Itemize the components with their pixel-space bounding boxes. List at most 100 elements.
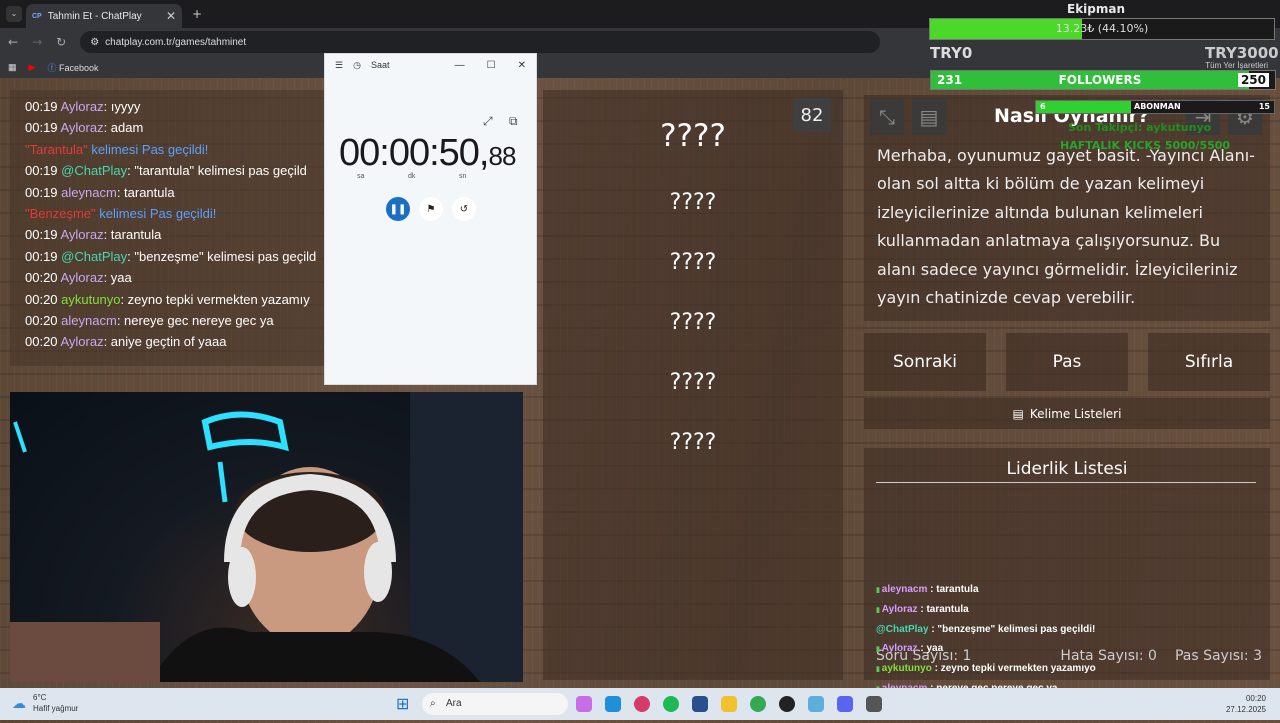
chat-message: "Benzeşme" kelimesi Pas geçildi! xyxy=(25,203,330,224)
spotify-icon[interactable] xyxy=(663,696,679,712)
overlay-chat-message: ▮ aleynacm : tarantula xyxy=(876,584,1196,604)
app-icon[interactable] xyxy=(808,696,824,712)
edge-icon[interactable] xyxy=(605,696,621,712)
chat-user: Ayloraz xyxy=(60,227,104,243)
stopwatch-ms: 88 xyxy=(488,141,516,171)
webcam-feed xyxy=(10,392,523,682)
minimize-icon[interactable]: — xyxy=(455,60,465,71)
maximize-icon[interactable]: ☐ xyxy=(487,60,496,71)
media-icon[interactable] xyxy=(634,696,650,712)
how-to-play-text: Merhaba, oyunumuz gayet basit. -Yayıncı … xyxy=(877,146,1255,308)
weather-desc: Hafif yağmur xyxy=(33,704,79,713)
overlay-chat-message: ▮ aykutunyo : zeyno tepki vermekten yaza… xyxy=(876,663,1196,683)
pause-icon[interactable]: ❚❚ xyxy=(386,197,410,221)
clock-titlebar: ☰ ◷ Saat — ☐ ✕ xyxy=(325,54,536,76)
chat-time: 00:20 xyxy=(25,291,58,307)
chat-message: "Tarantula" kelimesi Pas geçildi! xyxy=(25,139,330,160)
chat-time: 00:19 xyxy=(25,227,58,243)
chat-text: : tarantula xyxy=(103,227,162,243)
overlay-chat-user: Ayloraz xyxy=(881,603,918,615)
subscribers-fill xyxy=(1036,101,1132,113)
folder-icon[interactable] xyxy=(721,696,737,712)
chat-message: 00:19 @ChatPlay: "benzeşme" kelimesi pas… xyxy=(25,246,330,267)
overlay-chat-text: : "benzeşme" kelimesi pas geçildi! xyxy=(928,623,1096,635)
chat-user: "Tarantula" xyxy=(25,141,88,157)
new-tab-icon[interactable]: + xyxy=(192,7,202,21)
overlay-chat-text: : yaa xyxy=(917,643,944,655)
stream-chat: 00:19 Ayloraz: ıyyyy 00:19 Ayloraz: adam "… xyxy=(10,90,330,366)
next-button[interactable]: Sonraki xyxy=(864,333,986,391)
followers-bar: 231 FOLLOWERS 250 xyxy=(930,70,1276,90)
back-icon[interactable]: ← xyxy=(8,35,18,49)
leaderboard-title: Liderlik Listesi xyxy=(1006,459,1128,479)
expand-icon[interactable]: ⤢ xyxy=(483,114,493,129)
chat-text: : zeyno tepki vermekten yazamıy xyxy=(120,291,310,307)
compact-overlay-icon[interactable]: ⧉ xyxy=(509,114,518,129)
followers-current: 231 xyxy=(937,73,963,87)
taskbar-search[interactable]: ⌕ Ara xyxy=(422,693,568,715)
clock-time: 00:20 xyxy=(1245,694,1266,703)
close-window-icon[interactable]: ✕ xyxy=(518,60,526,71)
reset-button[interactable]: Sıfırla xyxy=(1148,333,1270,391)
equipment-goal-amount: 13.23₺ (44.10%) xyxy=(1055,22,1149,35)
chat-message: 00:19 @ChatPlay: "tarantula" kelimesi pa… xyxy=(25,160,330,181)
overlay-chat-message: ▮ Ayloraz : yaa xyxy=(876,643,1196,663)
chat-text: kelimesi Pas geçildi! xyxy=(87,141,209,157)
obs-icon[interactable] xyxy=(779,696,795,712)
chat-message: 00:19 aleynacm: tarantula xyxy=(25,182,330,203)
taboo-word: ???? xyxy=(669,430,717,455)
word-panel: ???? ???? ???? ???? ???? ???? 82 xyxy=(543,90,843,680)
reload-icon[interactable]: ↻ xyxy=(56,35,66,49)
tab-title: Tahmin Et - ChatPlay xyxy=(47,10,142,22)
word-lists-button[interactable]: ▤ Kelime Listeleri xyxy=(864,398,1270,429)
weekly-kicks: HAFTALIK KICKS 5000/5500 xyxy=(1060,139,1231,152)
overlay-chat-message: @ChatPlay : "benzeşme" kelimesi pas geçi… xyxy=(876,624,1196,644)
tab-search-icon[interactable]: ⌄ xyxy=(6,6,22,22)
browser-tab[interactable]: CP Tahmin Et - ChatPlay ✕ xyxy=(26,4,182,28)
overlay-chat-text: : zeyno tepki vermekten yazamıyo xyxy=(931,663,1096,675)
chat-text: : "tarantula" kelimesi pas geçild xyxy=(127,163,307,179)
equipment-goal-bar: 13.23₺ (44.10%) xyxy=(929,18,1275,40)
chat-message: 00:19 Ayloraz: ıyyyy xyxy=(25,96,330,117)
chat-message: 00:20 Ayloraz: aniye geçtin of yaaa xyxy=(25,331,330,352)
discord-icon[interactable] xyxy=(837,696,853,712)
webcam-image xyxy=(10,392,523,682)
chat-text: : adam xyxy=(103,120,144,136)
bookmark-facebook[interactable]: ⓕ Facebook xyxy=(47,61,98,74)
divider xyxy=(876,482,1256,483)
system-clock[interactable]: 00:20 27.12.2025 xyxy=(1226,693,1266,715)
close-tab-icon[interactable]: ✕ xyxy=(166,9,176,23)
unit-seconds: sn xyxy=(459,173,467,180)
steam-icon[interactable] xyxy=(866,696,882,712)
word-lists-label: Kelime Listeleri xyxy=(1029,406,1122,421)
site-info-icon[interactable]: ⚙ xyxy=(90,37,99,48)
pass-button[interactable]: Pas xyxy=(1006,333,1128,391)
collapse-icon[interactable]: ⤡ xyxy=(870,99,904,135)
favicon-icon: CP xyxy=(32,12,42,20)
forward-icon[interactable]: → xyxy=(32,35,42,49)
youtube-icon[interactable]: ▶ xyxy=(29,62,36,73)
all-bookmarks[interactable]: Tüm Yer İşaretleri xyxy=(1205,61,1268,70)
store-icon[interactable] xyxy=(692,696,708,712)
reset-icon[interactable]: ↺ xyxy=(452,197,476,221)
url-text: chatplay.com.tr/games/tahminet xyxy=(105,36,247,48)
overlay-chat-user: aykutunyo xyxy=(881,663,932,675)
taboo-word: ???? xyxy=(669,190,717,215)
chat-message: 00:20 aleynacm: nereye gec nereye gec ya xyxy=(25,310,330,331)
copilot-icon[interactable] xyxy=(576,696,592,712)
flag-icon[interactable]: ⚑ xyxy=(419,197,443,221)
chat-time: 00:19 xyxy=(25,184,58,200)
start-icon[interactable]: ⊞ xyxy=(396,694,409,714)
windows-taskbar: ☁ 6°C Hafif yağmur ⊞ ⌕ Ara 00:20 27.12.2… xyxy=(0,688,1280,720)
chat-user: aleynacm xyxy=(61,312,117,328)
chrome-icon[interactable] xyxy=(750,696,766,712)
weather-icon: ☁ xyxy=(12,695,26,711)
chat-message: 00:19 Ayloraz: adam xyxy=(25,117,330,138)
menu-icon[interactable]: ☰ xyxy=(335,60,343,71)
clock-title: Saat xyxy=(370,60,390,70)
url-field[interactable]: ⚙ chatplay.com.tr/games/tahminet xyxy=(80,31,881,53)
overlay-chat-text: : tarantula xyxy=(917,603,969,615)
notes-icon[interactable]: ▤ xyxy=(912,99,946,135)
apps-icon[interactable]: ▦ xyxy=(8,62,17,73)
facebook-icon: ⓕ xyxy=(47,62,57,73)
